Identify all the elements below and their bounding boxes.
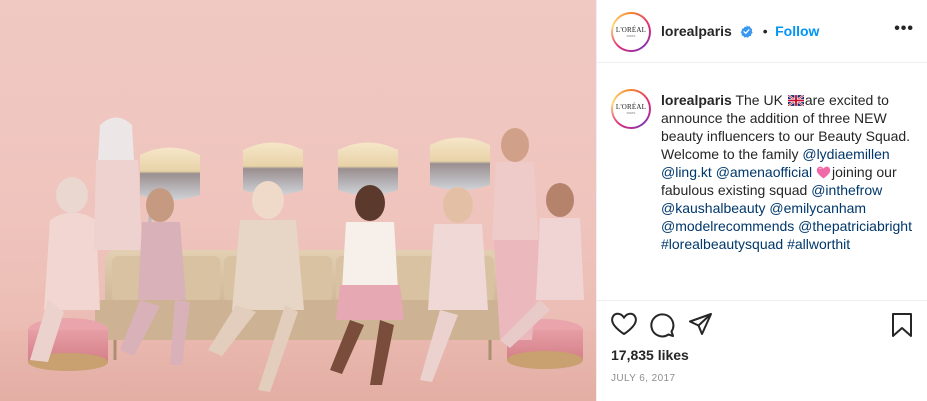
- like-count[interactable]: 17,835 likes: [611, 347, 689, 363]
- caption-username[interactable]: lorealparis: [661, 92, 732, 108]
- avatar-logo-text: L'ORÉAL: [615, 25, 647, 34]
- comment-icon[interactable]: [649, 312, 675, 338]
- post-image[interactable]: [0, 0, 596, 401]
- mention-amenaofficial[interactable]: @amenaofficial: [716, 164, 812, 180]
- pink-heart-icon: [816, 166, 831, 179]
- caption-avatar-logo-text: L'ORÉAL: [615, 102, 647, 111]
- mention-thepatriciabright[interactable]: @thepatriciabright: [798, 218, 912, 234]
- loreal-logo-icon[interactable]: L'ORÉAL PARIS: [611, 12, 651, 52]
- mention-lydiaemillen[interactable]: @lydiaemillen: [802, 146, 889, 162]
- hashtag-allworthit[interactable]: #allworthit: [787, 236, 850, 252]
- caption-area: L'ORÉAL PARIS lorealparis The UK are exc…: [597, 63, 927, 301]
- post-caption: lorealparis The UK are excited to announ…: [661, 91, 919, 253]
- post-header: L'ORÉAL PARIS lorealparis • Follow •••: [597, 0, 927, 63]
- follow-button[interactable]: Follow: [775, 23, 819, 39]
- mention-ling-kt[interactable]: @ling.kt: [661, 164, 712, 180]
- share-icon[interactable]: [689, 312, 713, 336]
- caption-avatar-logo-subtext: PARIS: [626, 110, 636, 115]
- uk-flag-icon: [787, 95, 804, 106]
- post-actions: [611, 312, 917, 340]
- header-username[interactable]: lorealparis: [661, 23, 732, 39]
- post-photo-illustration: [0, 117, 596, 401]
- mention-inthefrow[interactable]: @inthefrow: [811, 182, 882, 198]
- mention-emilycanham[interactable]: @emilycanham: [769, 200, 866, 216]
- mention-kaushalbeauty[interactable]: @kaushalbeauty: [661, 200, 766, 216]
- bookmark-icon[interactable]: [891, 312, 913, 338]
- header-separator: •: [762, 23, 768, 39]
- caption-avatar[interactable]: L'ORÉAL PARIS: [611, 89, 651, 129]
- header-user-line: lorealparis • Follow: [661, 23, 819, 41]
- heart-outline-icon[interactable]: [611, 312, 637, 336]
- caption-text-1: The UK: [731, 92, 787, 108]
- verified-badge-icon: [740, 25, 753, 38]
- avatar-logo-subtext: PARIS: [626, 33, 636, 38]
- hashtag-lorealbeautysquad[interactable]: #lorealbeautysquad: [661, 236, 783, 252]
- more-options-icon[interactable]: •••: [894, 20, 914, 38]
- mention-modelrecommends[interactable]: @modelrecommends: [661, 218, 794, 234]
- post-sidebar: L'ORÉAL PARIS lorealparis • Follow ••• L…: [596, 0, 927, 401]
- post-date[interactable]: JULY 6, 2017: [611, 373, 675, 384]
